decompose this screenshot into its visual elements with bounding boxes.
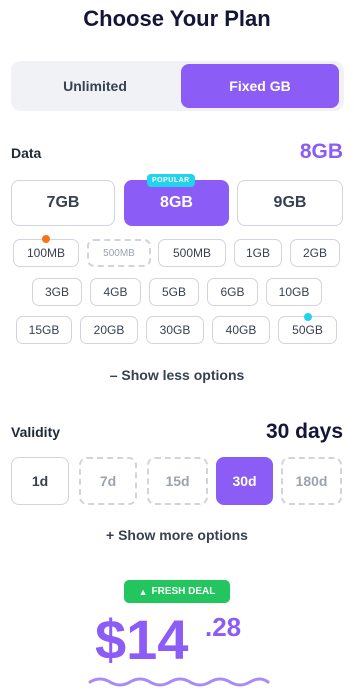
- fixed-gb-tab[interactable]: Fixed GB: [181, 64, 339, 108]
- validity-option-30d[interactable]: 30d: [216, 457, 273, 505]
- validity-option-7d[interactable]: 7d: [79, 457, 137, 505]
- show-more-options-link[interactable]: + Show more options: [0, 527, 354, 543]
- data-label: Data: [11, 145, 42, 161]
- data-selected-value: 8GB: [299, 140, 343, 163]
- chip-30gb[interactable]: 30GB: [146, 316, 204, 344]
- plan-type-toggle: Unlimited Fixed GB: [11, 61, 344, 111]
- data-option-7gb[interactable]: 7GB: [11, 180, 115, 226]
- chip-1gb[interactable]: 1GB: [234, 239, 282, 267]
- unlimited-tab[interactable]: Unlimited: [14, 64, 176, 108]
- price-main: $14: [95, 608, 189, 671]
- validity-selected-value: 30 days: [265, 420, 343, 443]
- fresh-deal-badge: ▲ FRESH DEAL: [124, 580, 230, 603]
- data-option-9gb[interactable]: 9GB: [237, 180, 343, 226]
- validity-option-1d[interactable]: 1d: [11, 457, 69, 505]
- fire-icon: ▲: [138, 586, 148, 597]
- price-display: $14 .28: [95, 608, 241, 671]
- squiggle-underline: [88, 677, 270, 687]
- chip-40gb[interactable]: 40GB: [212, 316, 270, 344]
- page-title: Choose Your Plan: [83, 6, 271, 31]
- chip-100mb[interactable]: 100MB: [13, 239, 79, 267]
- chip-20gb[interactable]: 20GB: [80, 316, 138, 344]
- highlight-indicator-dot: [304, 313, 312, 321]
- validity-option-15d[interactable]: 15d: [147, 457, 208, 505]
- show-less-options-link[interactable]: – Show less options: [0, 367, 354, 383]
- chip-3gb[interactable]: 3GB: [32, 278, 82, 306]
- chip-4gb[interactable]: 4GB: [90, 278, 141, 306]
- chip-15gb[interactable]: 15GB: [16, 316, 72, 344]
- chip-5gb[interactable]: 5GB: [149, 278, 199, 306]
- popular-badge: POPULAR: [147, 174, 195, 187]
- chip-10gb[interactable]: 10GB: [266, 278, 322, 306]
- validity-label: Validity: [11, 424, 61, 440]
- chip-500mb-unavailable[interactable]: 500MB: [87, 239, 151, 267]
- validity-option-180d[interactable]: 180d: [281, 457, 342, 505]
- chip-2gb[interactable]: 2GB: [290, 239, 340, 267]
- chip-6gb[interactable]: 6GB: [207, 278, 258, 306]
- fresh-deal-text: FRESH DEAL: [151, 586, 216, 597]
- chip-500mb[interactable]: 500MB: [158, 239, 226, 267]
- new-indicator-dot: [42, 235, 50, 243]
- price-cents: .28: [205, 612, 242, 642]
